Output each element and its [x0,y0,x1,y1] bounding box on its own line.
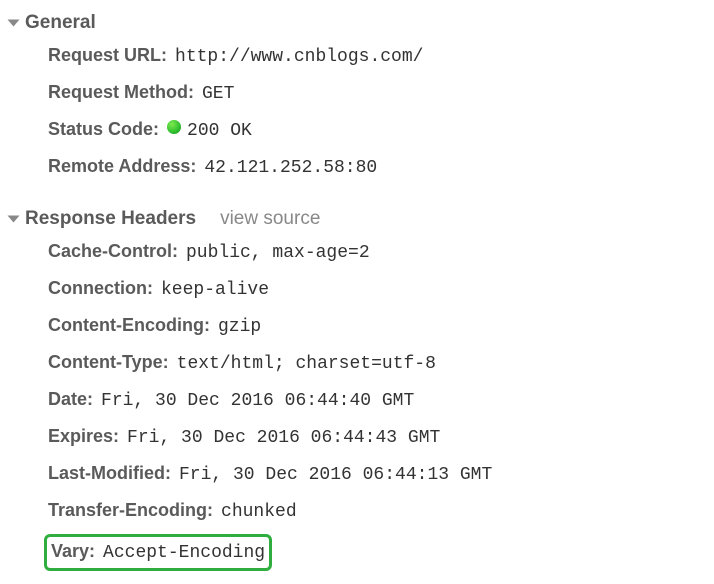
header-value: text/html; charset=utf-8 [177,351,436,378]
header-label: Content-Type: [48,349,169,376]
header-row: Transfer-Encoding: chunked [10,493,714,530]
value-status-code: 200 OK [187,118,252,145]
header-value: public, max-age=2 [186,240,370,267]
header-row-highlighted: Vary: Accept-Encoding [10,530,714,575]
header-row: Cache-Control: public, max-age=2 [10,234,714,271]
header-row: Last-Modified: Fri, 30 Dec 2016 06:44:13… [10,456,714,493]
label-status-code: Status Code: [48,116,159,143]
header-value: Fri, 30 Dec 2016 06:44:13 GMT [179,462,492,489]
header-value: gzip [218,314,261,341]
section-title-response-headers: Response Headers [25,208,196,230]
header-value: Accept-Encoding [103,540,265,567]
row-remote-address: Remote Address: 42.121.252.58:80 [10,149,714,186]
header-value: keep-alive [161,277,269,304]
triangle-down-icon [8,216,20,223]
section-toggle-general[interactable]: General [10,8,714,38]
header-label: Content-Encoding: [48,312,210,339]
value-request-method: GET [202,81,234,108]
section-toggle-response-headers[interactable]: Response Headers view source [10,204,714,234]
highlight-box: Vary: Accept-Encoding [44,534,272,571]
row-request-method: Request Method: GET [10,75,714,112]
header-row: Content-Type: text/html; charset=utf-8 [10,345,714,382]
label-remote-address: Remote Address: [48,153,196,180]
header-row: X-UA-Compatible: IE=10 [10,575,714,584]
row-request-url: Request URL: http://www.cnblogs.com/ [10,38,714,75]
section-title-general: General [25,12,96,34]
header-label: Transfer-Encoding: [48,497,213,524]
header-value: chunked [221,499,297,526]
header-label: Expires: [48,423,119,450]
label-request-method: Request Method: [48,79,194,106]
header-label: Last-Modified: [48,460,171,487]
value-request-url: http://www.cnblogs.com/ [175,44,423,71]
header-value: Fri, 30 Dec 2016 06:44:43 GMT [127,425,440,452]
header-row: Expires: Fri, 30 Dec 2016 06:44:43 GMT [10,419,714,456]
triangle-down-icon [8,20,20,27]
header-value: Fri, 30 Dec 2016 06:44:40 GMT [101,388,414,415]
value-remote-address: 42.121.252.58:80 [204,155,377,182]
header-row: Content-Encoding: gzip [10,308,714,345]
row-status-code: Status Code: 200 OK [10,112,714,149]
header-row: Date: Fri, 30 Dec 2016 06:44:40 GMT [10,382,714,419]
header-label: Cache-Control: [48,238,178,265]
view-source-link[interactable]: view source [220,208,320,230]
header-value: IE=10 [210,581,264,584]
header-label: Vary: [51,538,95,565]
header-label: X-UA-Compatible: [48,579,202,584]
label-request-url: Request URL: [48,42,167,69]
status-ok-icon [167,120,181,134]
header-label: Date: [48,386,93,413]
header-label: Connection: [48,275,153,302]
header-row: Connection: keep-alive [10,271,714,308]
